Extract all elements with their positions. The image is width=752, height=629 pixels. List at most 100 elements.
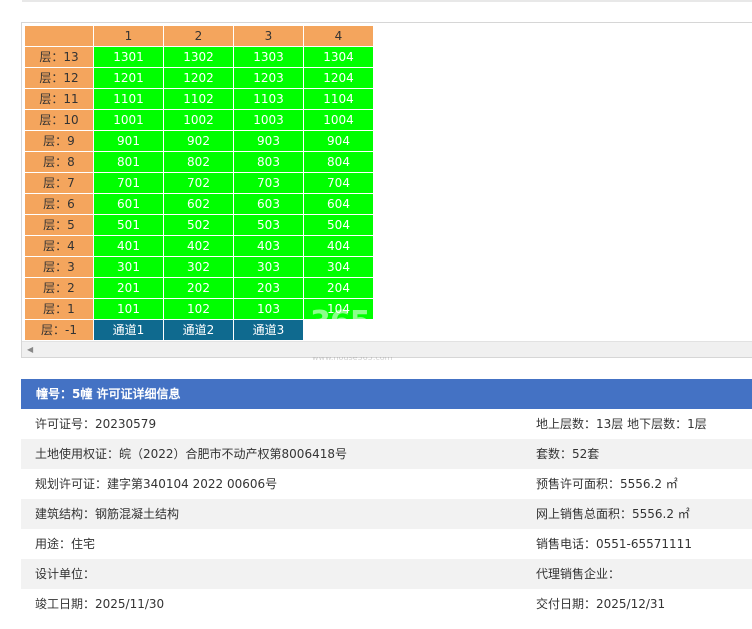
unit-cell[interactable]: 103 bbox=[233, 298, 304, 320]
grid-floor-row: 层：11 1101 1102 1103 1104 bbox=[24, 88, 374, 110]
unit-cell[interactable]: 1204 bbox=[303, 67, 374, 89]
unit-cell[interactable]: 504 bbox=[303, 214, 374, 236]
unit-cell[interactable]: 901 bbox=[93, 130, 164, 152]
floor-label: 层：9 bbox=[24, 130, 94, 152]
passage-cell[interactable]: 通道1 bbox=[93, 319, 164, 341]
floor-label: 层：3 bbox=[24, 256, 94, 278]
permit-info-row: 建筑结构：钢筋混凝土结构 网上销售总面积：5556.2 ㎡ bbox=[21, 499, 752, 529]
unit-cell[interactable]: 1304 bbox=[303, 46, 374, 68]
unit-cell[interactable]: 102 bbox=[163, 298, 234, 320]
grid-header-row: 1 2 3 4 bbox=[24, 25, 374, 47]
grid-header-col-3: 3 bbox=[233, 25, 304, 47]
unit-cell[interactable]: 1301 bbox=[93, 46, 164, 68]
permit-info-left: 建筑结构：钢筋混凝土结构 bbox=[35, 507, 180, 521]
floor-label: 层：4 bbox=[24, 235, 94, 257]
permit-info-row: 用途：住宅 销售电话：0551-65571111 bbox=[21, 529, 752, 559]
floor-label: 层：-1 bbox=[24, 319, 94, 341]
grid-floor-row: 层：3 301 302 303 304 bbox=[24, 256, 374, 278]
unit-cell[interactable]: 801 bbox=[93, 151, 164, 173]
permit-info-left: 许可证号：20230579 bbox=[35, 417, 157, 431]
unit-cell[interactable]: 602 bbox=[163, 193, 234, 215]
floor-label: 层：10 bbox=[24, 109, 94, 131]
grid-floor-row: 层：6 601 602 603 604 bbox=[24, 193, 374, 215]
unit-cell[interactable]: 404 bbox=[303, 235, 374, 257]
unit-cell[interactable]: 903 bbox=[233, 130, 304, 152]
permit-info-row: 许可证号：20230579 地上层数：13层 地下层数：1层 bbox=[21, 409, 752, 439]
unit-cell[interactable]: 704 bbox=[303, 172, 374, 194]
unit-cell[interactable]: 904 bbox=[303, 130, 374, 152]
permit-info-right: 地上层数：13层 地下层数：1层 bbox=[536, 417, 707, 431]
unit-cell[interactable]: 303 bbox=[233, 256, 304, 278]
unit-cell[interactable]: 1004 bbox=[303, 109, 374, 131]
unit-cell[interactable]: 101 bbox=[93, 298, 164, 320]
grid-basement-row: 层：-1 通道1 通道2 通道3 bbox=[24, 319, 374, 341]
floor-label: 层：1 bbox=[24, 298, 94, 320]
grid-floor-row: 层：12 1201 1202 1203 1204 bbox=[24, 67, 374, 89]
grid-floor-row: 层：9 901 902 903 904 bbox=[24, 130, 374, 152]
permit-info-row: 土地使用权证：皖（2022）合肥市不动产权第8006418号 套数：52套 bbox=[21, 439, 752, 469]
unit-cell[interactable]: 301 bbox=[93, 256, 164, 278]
unit-cell[interactable]: 804 bbox=[303, 151, 374, 173]
unit-cell[interactable]: 802 bbox=[163, 151, 234, 173]
unit-cell[interactable]: 703 bbox=[233, 172, 304, 194]
unit-cell[interactable]: 401 bbox=[93, 235, 164, 257]
permit-info-left: 规划许可证：建字第340104 2022 00606号 bbox=[35, 477, 278, 491]
floor-label: 层：2 bbox=[24, 277, 94, 299]
unit-grid-table: 1 2 3 4 层：13 1301 1302 1303 1304 层：12 1201 1202… bbox=[24, 25, 374, 341]
unit-cell[interactable]: 1001 bbox=[93, 109, 164, 131]
unit-cell[interactable]: 104 bbox=[303, 298, 374, 320]
unit-cell[interactable]: 403 bbox=[233, 235, 304, 257]
unit-cell[interactable]: 302 bbox=[163, 256, 234, 278]
passage-cell[interactable]: 通道3 bbox=[233, 319, 304, 341]
scroll-left-arrow-icon[interactable]: ◀ bbox=[27, 345, 33, 354]
unit-cell[interactable]: 902 bbox=[163, 130, 234, 152]
unit-cell[interactable]: 1303 bbox=[233, 46, 304, 68]
unit-cell[interactable]: 803 bbox=[233, 151, 304, 173]
floor-label: 层：11 bbox=[24, 88, 94, 110]
floor-label: 层：12 bbox=[24, 67, 94, 89]
unit-cell[interactable]: 603 bbox=[233, 193, 304, 215]
unit-cell[interactable]: 202 bbox=[163, 277, 234, 299]
unit-cell[interactable]: 501 bbox=[93, 214, 164, 236]
unit-cell[interactable]: 1102 bbox=[163, 88, 234, 110]
unit-cell[interactable]: 601 bbox=[93, 193, 164, 215]
unit-cell[interactable]: 503 bbox=[233, 214, 304, 236]
permit-info-header: 幢号：5幢 许可证详细信息 bbox=[21, 379, 752, 409]
horizontal-scrollbar[interactable]: ◀ bbox=[22, 341, 752, 357]
grid-floor-row: 层：8 801 802 803 804 bbox=[24, 151, 374, 173]
unit-cell[interactable]: 1002 bbox=[163, 109, 234, 131]
passage-cell[interactable]: 通道2 bbox=[163, 319, 234, 341]
grid-header-col-4: 4 bbox=[303, 25, 374, 47]
unit-cell[interactable]: 502 bbox=[163, 214, 234, 236]
permit-info-row: 竣工日期：2025/11/30 交付日期：2025/12/31 bbox=[21, 589, 752, 619]
grid-floor-row: 层：7 701 702 703 704 bbox=[24, 172, 374, 194]
grid-floor-row: 层：1 101 102 103 104 bbox=[24, 298, 374, 320]
unit-cell[interactable]: 1101 bbox=[93, 88, 164, 110]
unit-cell[interactable]: 304 bbox=[303, 256, 374, 278]
unit-cell[interactable]: 702 bbox=[163, 172, 234, 194]
unit-cell[interactable]: 402 bbox=[163, 235, 234, 257]
floor-label: 层：8 bbox=[24, 151, 94, 173]
unit-cell[interactable]: 1201 bbox=[93, 67, 164, 89]
empty-cell bbox=[303, 319, 374, 341]
unit-cell[interactable]: 1003 bbox=[233, 109, 304, 131]
permit-info-right: 销售电话：0551-65571111 bbox=[536, 537, 692, 551]
floor-label: 层：7 bbox=[24, 172, 94, 194]
unit-cell[interactable]: 1302 bbox=[163, 46, 234, 68]
unit-cell[interactable]: 204 bbox=[303, 277, 374, 299]
permit-info-right: 预售许可面积：5556.2 ㎡ bbox=[536, 477, 678, 491]
permit-info-left: 土地使用权证：皖（2022）合肥市不动产权第8006418号 bbox=[35, 447, 347, 461]
unit-cell[interactable]: 1203 bbox=[233, 67, 304, 89]
unit-cell[interactable]: 1104 bbox=[303, 88, 374, 110]
unit-cell[interactable]: 1202 bbox=[163, 67, 234, 89]
unit-cell[interactable]: 1103 bbox=[233, 88, 304, 110]
grid-floor-row: 层：2 201 202 203 204 bbox=[24, 277, 374, 299]
grid-floor-row: 层：4 401 402 403 404 bbox=[24, 235, 374, 257]
unit-cell[interactable]: 604 bbox=[303, 193, 374, 215]
unit-cell[interactable]: 203 bbox=[233, 277, 304, 299]
permit-info-left: 竣工日期：2025/11/30 bbox=[35, 597, 165, 611]
grid-header-col-2: 2 bbox=[163, 25, 234, 47]
unit-cell[interactable]: 201 bbox=[93, 277, 164, 299]
grid-floor-row: 层：13 1301 1302 1303 1304 bbox=[24, 46, 374, 68]
unit-cell[interactable]: 701 bbox=[93, 172, 164, 194]
